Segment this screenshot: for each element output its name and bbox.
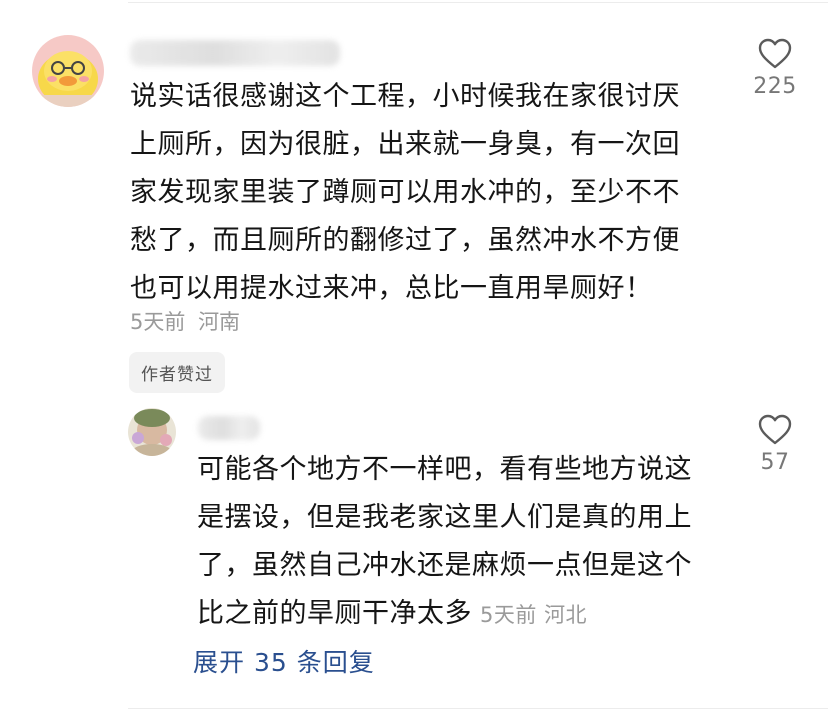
reply-username-blurred[interactable] [198, 416, 260, 440]
author-liked-badge: 作者赞过 [129, 352, 225, 393]
reply-avatar[interactable] [128, 408, 176, 456]
comment-location: 河南 [198, 310, 241, 334]
top-divider [128, 2, 828, 3]
comment-time: 5天前 [130, 310, 186, 334]
reply-like-count: 57 [760, 450, 790, 475]
like-count: 225 [753, 74, 797, 99]
avatar[interactable] [32, 35, 104, 107]
reply-meta: 5天前 河北 [480, 603, 587, 627]
comment-meta: 5天前 河南 [130, 306, 240, 336]
bottom-divider [128, 708, 828, 709]
expand-replies-link[interactable]: 展开 35 条回复 [193, 643, 375, 679]
comment-text: 说实话很感谢这个工程，小时候我在家很讨厌 上厕所，因为很脏，出来就一身臭，有一次… [130, 81, 680, 304]
reply-location: 河北 [544, 603, 588, 627]
reply-like-button[interactable]: 57 [740, 414, 810, 475]
heart-outline-icon [758, 38, 792, 69]
like-button[interactable]: 225 [740, 38, 810, 99]
heart-outline-icon [758, 414, 792, 445]
reply-time: 5天前 [480, 603, 537, 627]
username-blurred[interactable] [130, 40, 340, 66]
reply-text: 可能各个地方不一样吧，看有些地方说这 是摆设，但是我老家这里人们是真的用上 了，… [197, 446, 737, 639]
reply-text-body: 可能各个地方不一样吧，看有些地方说这 是摆设，但是我老家这里人们是真的用上 了，… [197, 454, 692, 629]
